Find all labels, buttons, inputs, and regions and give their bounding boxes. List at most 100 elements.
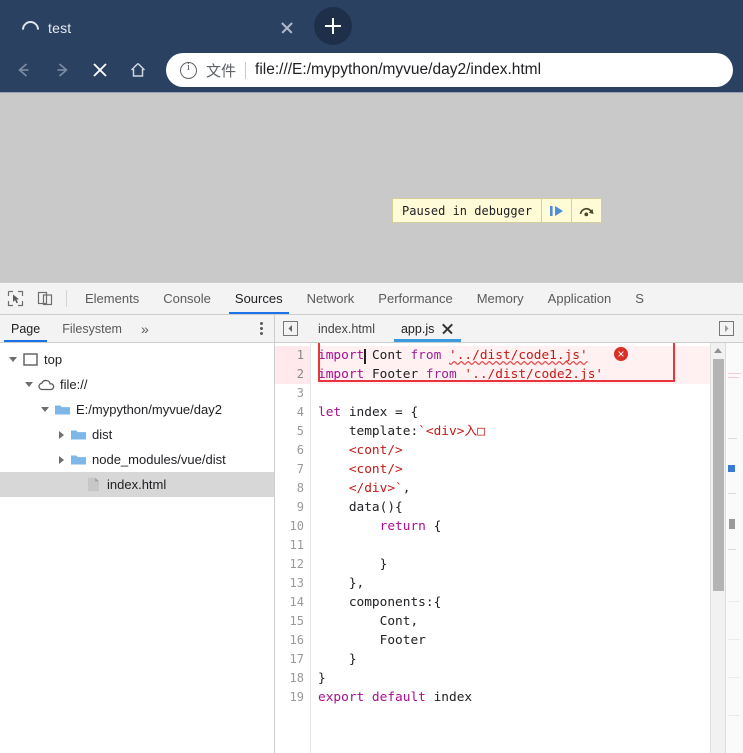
chevron-right-icon[interactable]	[54, 453, 68, 467]
devtools-tab-sources[interactable]: Sources	[223, 283, 295, 314]
code-scroller: 1 2 3 4 5 6 7 8 9 10 11 12 13 14 15 16 1…	[275, 343, 710, 753]
step-over-button[interactable]	[571, 199, 601, 222]
close-icon	[93, 63, 107, 77]
toolbar-divider	[66, 290, 67, 307]
inspect-element-icon	[7, 290, 23, 307]
arrow-left-icon	[18, 63, 29, 77]
line-number: 6	[296, 443, 304, 457]
code-line[interactable]: data(){	[318, 498, 710, 517]
devtools-tab-elements[interactable]: Elements	[73, 283, 151, 314]
tab-strip: test	[0, 0, 743, 48]
line-number: 10	[289, 519, 304, 533]
info-circle-icon[interactable]	[180, 61, 197, 79]
code-line[interactable]: </div>`,	[318, 479, 710, 498]
navigator-tab-filesystem[interactable]: Filesystem	[51, 315, 133, 342]
new-tab-button[interactable]	[314, 7, 352, 45]
error-circle-icon[interactable]	[614, 347, 628, 361]
page-viewport: Paused in debugger	[0, 92, 743, 282]
code-line[interactable]: import Footer from '../dist/code2.js'	[318, 365, 710, 384]
code-line[interactable]: export default index	[318, 688, 710, 707]
tree-item-dist-folder[interactable]: dist	[0, 422, 274, 447]
code-lines[interactable]: import Cont from '../dist/code1.js' impo…	[311, 343, 710, 753]
browser-tab[interactable]: test	[8, 8, 308, 48]
chevron-down-icon[interactable]	[38, 403, 52, 417]
devtools-tab-console[interactable]: Console	[151, 283, 223, 314]
devtools-tab-security[interactable]: S	[623, 283, 656, 314]
tree-item-top[interactable]: top	[0, 347, 274, 372]
kebab-menu-icon[interactable]	[248, 315, 274, 342]
frame-icon	[21, 352, 39, 368]
panel-collapse-button[interactable]	[275, 315, 305, 342]
editor-tab-label: app.js	[400, 321, 435, 336]
text-caret	[364, 349, 366, 364]
devtools-tab-performance[interactable]: Performance	[366, 283, 464, 314]
line-number: 13	[289, 576, 304, 590]
panel-expand-button[interactable]	[709, 315, 743, 342]
scroll-up-arrow-icon[interactable]	[711, 343, 725, 357]
editor-vertical-scrollbar[interactable]	[710, 343, 725, 753]
devtools-tab-network[interactable]: Network	[295, 283, 367, 314]
close-icon[interactable]	[276, 17, 298, 39]
minimap-mark	[728, 465, 735, 472]
device-toolbar-icon	[37, 291, 52, 306]
back-button[interactable]	[6, 52, 42, 88]
tree-item-node-modules-folder[interactable]: node_modules/vue/dist	[0, 447, 274, 472]
code-line[interactable]: let index = {	[318, 403, 710, 422]
chevron-double-right-icon[interactable]: »	[133, 315, 157, 342]
devtools-tab-memory[interactable]: Memory	[465, 283, 536, 314]
resume-script-icon	[549, 205, 563, 216]
code-line[interactable]: Cont,	[318, 612, 710, 631]
device-toolbar-toggle-button[interactable]	[30, 283, 60, 314]
tree-item-file-origin[interactable]: file://	[0, 372, 274, 397]
code-line[interactable]: Footer	[318, 631, 710, 650]
chevron-right-icon[interactable]	[54, 428, 68, 442]
chevron-down-icon[interactable]	[6, 353, 20, 367]
close-icon[interactable]	[441, 322, 454, 335]
line-number: 8	[296, 481, 304, 495]
address-bar[interactable]: 文件 file:///E:/mypython/myvue/day2/index.…	[166, 53, 733, 87]
forward-button[interactable]	[44, 52, 80, 88]
tree-item-index-html[interactable]: index.html	[0, 472, 274, 497]
code-line[interactable]: components:{	[318, 593, 710, 612]
line-number: 11	[289, 538, 304, 552]
tree-item-day2-folder[interactable]: E:/mypython/myvue/day2	[0, 397, 274, 422]
address-bar-scheme-label: 文件	[206, 62, 237, 80]
line-number: 12	[289, 557, 304, 571]
arrow-right-icon	[57, 63, 68, 77]
line-number: 19	[289, 690, 304, 704]
code-line[interactable]: }	[318, 669, 710, 688]
line-number: 14	[289, 595, 304, 609]
home-button[interactable]	[120, 52, 156, 88]
code-line[interactable]: }	[318, 555, 710, 574]
inspect-element-button[interactable]	[0, 283, 30, 314]
devtools-tab-application[interactable]: Application	[536, 283, 624, 314]
code-line[interactable]: <cont/>	[318, 441, 710, 460]
navigator-tab-page[interactable]: Page	[0, 315, 51, 342]
code-line[interactable]: <cont/>	[318, 460, 710, 479]
panel-expand-icon	[718, 321, 734, 336]
code-editor[interactable]: 1 2 3 4 5 6 7 8 9 10 11 12 13 14 15 16 1…	[275, 343, 743, 753]
stop-button[interactable]	[82, 52, 118, 88]
code-line[interactable]: template:`<div>入□	[318, 422, 710, 441]
file-icon	[84, 477, 102, 493]
browser-tab-title: test	[48, 20, 72, 36]
code-line[interactable]: },	[318, 574, 710, 593]
code-line[interactable]: import Cont from '../dist/code1.js'	[318, 346, 710, 365]
step-over-icon	[579, 207, 594, 216]
scrollbar-thumb[interactable]	[713, 359, 724, 591]
resume-script-button[interactable]	[541, 199, 571, 222]
code-line[interactable]	[318, 384, 710, 403]
code-line[interactable]: return {	[318, 517, 710, 536]
folder-icon	[53, 402, 71, 418]
chevron-down-icon[interactable]	[22, 378, 36, 392]
paused-in-debugger-label: Paused in debugger	[402, 203, 533, 218]
code-line[interactable]: }	[318, 650, 710, 669]
editor-tab-index-html[interactable]: index.html	[305, 315, 388, 342]
tree-item-label: top	[44, 352, 63, 367]
code-line[interactable]	[318, 536, 710, 555]
browser-nav-bar: 文件 file:///E:/mypython/myvue/day2/index.…	[0, 48, 743, 92]
editor-tab-app-js[interactable]: app.js	[388, 315, 467, 342]
devtools-panel: Elements Console Sources Network Perform…	[0, 282, 743, 753]
line-number: 18	[289, 671, 304, 685]
editor-minimap[interactable]	[725, 343, 743, 753]
